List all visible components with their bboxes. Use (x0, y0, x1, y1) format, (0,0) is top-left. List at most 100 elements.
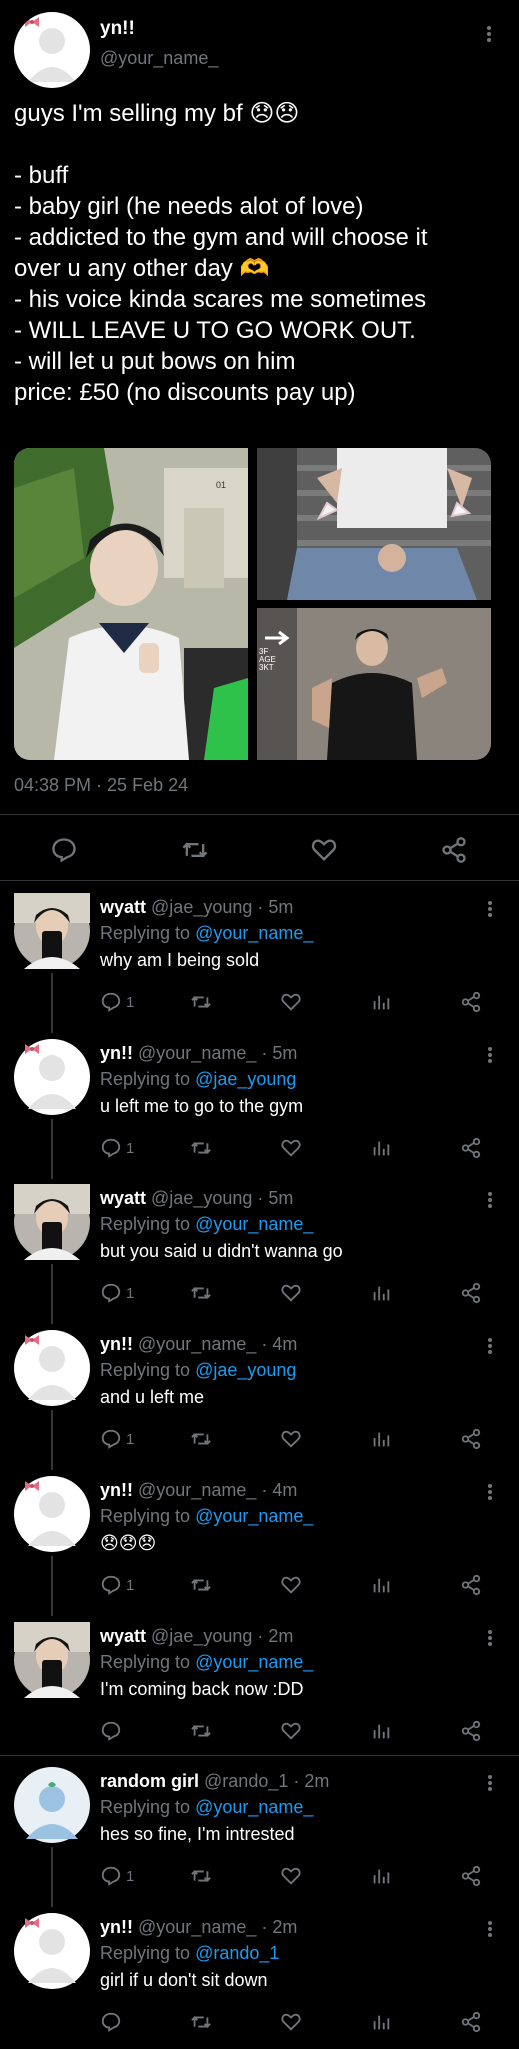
retweet-button[interactable] (180, 836, 210, 869)
reply-author-name[interactable]: yn!! (100, 1480, 133, 1500)
analytics-button[interactable] (370, 989, 392, 1015)
more-options-icon[interactable] (485, 1045, 495, 1069)
share-button[interactable] (460, 1280, 482, 1306)
reply-tweet[interactable]: wyatt @jae_young · 2m Replying to @your_n… (0, 1612, 519, 1758)
reply-button[interactable]: 1 (100, 1426, 134, 1452)
reply-author-handle[interactable]: @rando_1 (204, 1771, 288, 1791)
retweet-button[interactable] (190, 1426, 212, 1452)
retweet-button[interactable] (190, 1863, 212, 1889)
like-button[interactable] (280, 989, 302, 1015)
reply-author-name[interactable]: yn!! (100, 1043, 133, 1063)
reply-time[interactable]: 2m (304, 1771, 329, 1791)
share-button[interactable] (460, 1426, 482, 1452)
more-options-icon[interactable] (485, 1336, 495, 1360)
replying-to-handle[interactable]: @rando_1 (195, 1943, 279, 1963)
more-options-icon[interactable] (485, 899, 495, 923)
reply-avatar[interactable] (14, 1330, 90, 1406)
reply-avatar[interactable] (14, 893, 90, 969)
photo-2[interactable] (257, 448, 491, 600)
reply-avatar[interactable] (14, 1913, 90, 1989)
reply-button[interactable]: 1 (100, 1572, 134, 1598)
like-button[interactable] (280, 2009, 302, 2035)
reply-author-handle[interactable]: @your_name_ (138, 1917, 256, 1937)
reply-author-handle[interactable]: @your_name_ (138, 1043, 256, 1063)
like-button[interactable] (280, 1863, 302, 1889)
analytics-button[interactable] (370, 1718, 392, 1744)
author-handle[interactable]: @your_name_ (100, 48, 218, 69)
like-button[interactable] (280, 1572, 302, 1598)
reply-button[interactable] (100, 2009, 126, 2035)
reply-avatar[interactable] (14, 1039, 90, 1115)
replying-to-handle[interactable]: @your_name_ (195, 1214, 313, 1234)
reply-tweet[interactable]: wyatt @jae_young · 5m Replying to @your_n… (0, 1174, 519, 1324)
analytics-button[interactable] (370, 2009, 392, 2035)
reply-author-name[interactable]: wyatt (100, 897, 146, 917)
retweet-button[interactable] (190, 2009, 212, 2035)
share-button[interactable] (460, 1135, 482, 1161)
reply-tweet[interactable]: yn!! @your_name_ · 5m Replying to @jae_yo… (0, 1029, 519, 1179)
reply-time[interactable]: 2m (272, 1917, 297, 1937)
like-button[interactable] (280, 1280, 302, 1306)
reply-button[interactable]: 1 (100, 1863, 134, 1889)
analytics-button[interactable] (370, 1135, 392, 1161)
share-button[interactable] (460, 1572, 482, 1598)
reply-button[interactable]: 1 (100, 1280, 134, 1306)
like-button[interactable] (280, 1135, 302, 1161)
replying-to-handle[interactable]: @your_name_ (195, 1506, 313, 1526)
share-button[interactable] (460, 2009, 482, 2035)
more-options-icon[interactable] (484, 24, 494, 48)
retweet-button[interactable] (190, 1718, 212, 1744)
reply-author-handle[interactable]: @jae_young (151, 1626, 252, 1646)
like-button[interactable] (310, 836, 338, 869)
share-button[interactable] (460, 1863, 482, 1889)
reply-author-name[interactable]: random girl (100, 1771, 199, 1791)
reply-tweet[interactable]: yn!! @your_name_ · 4m Replying to @jae_yo… (0, 1320, 519, 1470)
more-options-icon[interactable] (485, 1482, 495, 1506)
reply-button[interactable]: 1 (100, 1135, 134, 1161)
retweet-button[interactable] (190, 1135, 212, 1161)
replying-to-handle[interactable]: @your_name_ (195, 1797, 313, 1817)
more-options-icon[interactable] (485, 1919, 495, 1943)
more-options-icon[interactable] (485, 1190, 495, 1214)
reply-author-name[interactable]: yn!! (100, 1917, 133, 1937)
tweet-timestamp[interactable]: 04:38 PM · 25 Feb 24 (14, 775, 188, 796)
reply-tweet[interactable]: yn!! @your_name_ · 2m Replying to @rando_… (0, 1903, 519, 2049)
replying-to-handle[interactable]: @your_name_ (195, 1652, 313, 1672)
reply-author-handle[interactable]: @your_name_ (138, 1334, 256, 1354)
analytics-button[interactable] (370, 1280, 392, 1306)
photo-3[interactable]: 3F AGE 3KT (257, 608, 491, 760)
reply-author-name[interactable]: yn!! (100, 1334, 133, 1354)
share-button[interactable] (460, 989, 482, 1015)
reply-time[interactable]: 5m (268, 897, 293, 917)
reply-time[interactable]: 2m (268, 1626, 293, 1646)
reply-button[interactable]: 1 (100, 989, 134, 1015)
more-options-icon[interactable] (485, 1773, 495, 1797)
reply-time[interactable]: 4m (272, 1334, 297, 1354)
reply-tweet[interactable]: wyatt @jae_young · 5m Replying to @your_n… (0, 883, 519, 1033)
reply-avatar[interactable] (14, 1767, 90, 1843)
replying-to-handle[interactable]: @jae_young (195, 1360, 296, 1380)
reply-author-handle[interactable]: @your_name_ (138, 1480, 256, 1500)
author-name[interactable]: yn!! (100, 18, 135, 40)
analytics-button[interactable] (370, 1863, 392, 1889)
more-options-icon[interactable] (485, 1628, 495, 1652)
reply-author-handle[interactable]: @jae_young (151, 1188, 252, 1208)
reply-author-name[interactable]: wyatt (100, 1188, 146, 1208)
replying-to-handle[interactable]: @jae_young (195, 1069, 296, 1089)
replying-to-handle[interactable]: @your_name_ (195, 923, 313, 943)
reply-author-name[interactable]: wyatt (100, 1626, 146, 1646)
like-button[interactable] (280, 1426, 302, 1452)
analytics-button[interactable] (370, 1572, 392, 1598)
photo-1[interactable]: 01 (14, 448, 248, 760)
retweet-button[interactable] (190, 989, 212, 1015)
author-avatar[interactable] (14, 12, 90, 88)
retweet-button[interactable] (190, 1572, 212, 1598)
reply-button[interactable] (50, 836, 78, 869)
reply-avatar[interactable] (14, 1476, 90, 1552)
reply-button[interactable] (100, 1718, 126, 1744)
reply-time[interactable]: 5m (272, 1043, 297, 1063)
share-button[interactable] (440, 836, 468, 869)
reply-time[interactable]: 4m (272, 1480, 297, 1500)
reply-tweet[interactable]: yn!! @your_name_ · 4m Replying to @your_n… (0, 1466, 519, 1616)
reply-avatar[interactable] (14, 1184, 90, 1260)
